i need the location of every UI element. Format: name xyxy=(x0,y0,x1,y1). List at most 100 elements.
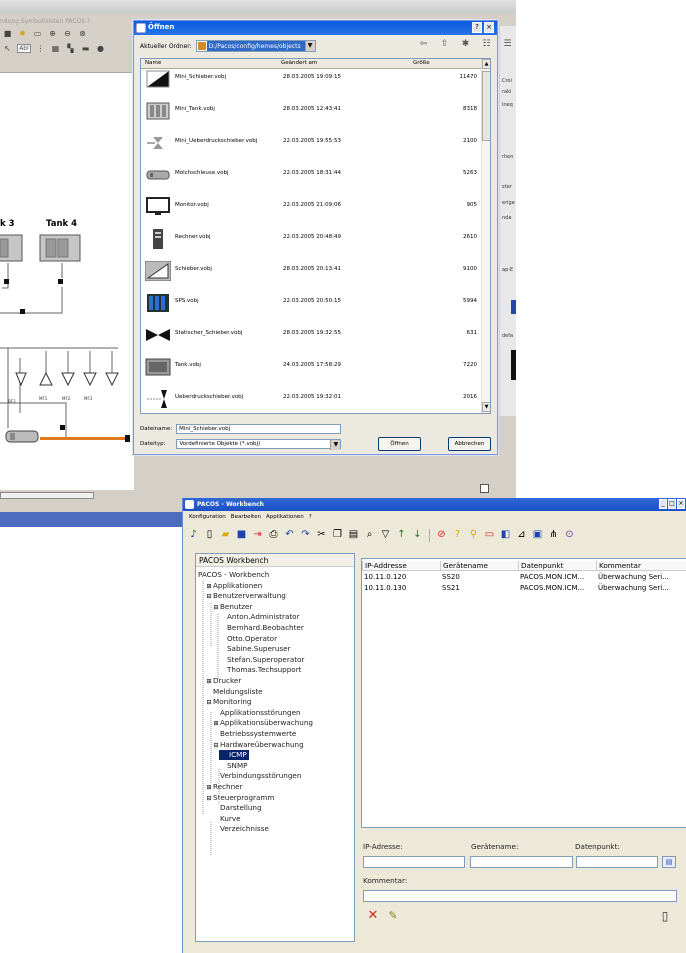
tree-item[interactable]: Darstellung xyxy=(212,803,262,813)
collapse-icon[interactable]: ⊟ xyxy=(205,794,213,804)
device-name-input[interactable] xyxy=(470,856,573,868)
minimize-button[interactable]: _ xyxy=(659,499,667,509)
column-header-size[interactable]: Größe xyxy=(413,60,430,66)
tree-item[interactable]: Kurve xyxy=(212,814,241,824)
delete-icon[interactable]: ✕ xyxy=(365,908,381,924)
zoom-icon[interactable]: ⊗ xyxy=(77,29,88,38)
table-row[interactable]: 10.11.0.130 SS21 PACOS.MON.ICM... Überwa… xyxy=(362,583,686,593)
filetype-select[interactable]: Vordefinierte Objekte (*.vobj) ▼ xyxy=(176,439,342,450)
tree-item[interactable]: Sabine.Superuser xyxy=(219,644,291,654)
undo-icon[interactable]: ↶ xyxy=(283,529,296,542)
scroll-up-icon[interactable]: ▲ xyxy=(482,59,490,69)
column-header-date[interactable]: Geändert am xyxy=(281,60,317,66)
search-icon[interactable]: ⚲ xyxy=(467,529,480,542)
window-icon[interactable]: ▭ xyxy=(483,529,496,542)
new-icon[interactable]: ▯ xyxy=(203,529,216,542)
collapse-icon[interactable]: ⊟ xyxy=(212,741,220,751)
browse-datapoint-button[interactable]: ▤ xyxy=(662,856,676,868)
menu-konfiguration[interactable]: Konfiguration xyxy=(189,514,226,520)
close-button[interactable]: × xyxy=(484,22,494,33)
column-header-device[interactable]: Gerätename xyxy=(440,561,518,571)
settings-icon[interactable]: ✹ xyxy=(17,29,28,38)
save-icon[interactable]: ■ xyxy=(235,529,248,542)
network-icon[interactable]: ⋔ xyxy=(547,529,560,542)
file-list[interactable]: Name Geändert am Größe Mini_Schieber.vob… xyxy=(140,58,491,414)
tree-item[interactable]: ICMP xyxy=(219,750,249,761)
column-header-datapoint[interactable]: Datenpunkt xyxy=(518,561,596,571)
tree-item[interactable]: ⊟Hardwareüberwachung xyxy=(212,740,303,751)
paste-icon[interactable]: ▤ xyxy=(347,529,360,542)
copy-icon[interactable]: ❐ xyxy=(331,529,344,542)
dialog-icon[interactable]: ◧ xyxy=(499,529,512,542)
file-row[interactable]: Molchschleuse.vobj 22.03.2005 18:31:44 5… xyxy=(143,163,483,185)
zoom-out-icon[interactable]: ⊖ xyxy=(62,29,73,38)
column-header-ip[interactable]: IP-Addresse xyxy=(362,561,440,571)
line-icon[interactable]: ▬ xyxy=(80,44,91,53)
back-icon[interactable]: ⇦ xyxy=(417,38,430,51)
pointer-icon[interactable]: ↖ xyxy=(2,44,13,53)
chevron-down-icon[interactable]: ▼ xyxy=(304,41,315,51)
column-header-name[interactable]: Name xyxy=(145,60,161,66)
stop-icon[interactable]: ⊘ xyxy=(435,529,448,542)
grid-icon[interactable]: ⋮ xyxy=(35,44,46,53)
detail-view-icon[interactable]: ☰ xyxy=(501,38,514,51)
window-icon[interactable]: ▭ xyxy=(32,29,43,38)
tree-item[interactable]: ⊞Applikationen xyxy=(205,581,262,591)
print-icon[interactable]: ⎙ xyxy=(267,529,280,542)
collapse-icon[interactable]: ⊟ xyxy=(205,698,213,708)
column-header-comment[interactable]: Kommentar xyxy=(596,561,686,571)
tree-item[interactable]: ⊟Steuerprogramm xyxy=(205,793,274,803)
monitor-icon[interactable]: ▣ xyxy=(531,529,544,542)
circle-icon[interactable]: ● xyxy=(95,44,106,53)
table-icon[interactable]: ▦ xyxy=(50,44,61,53)
comment-input[interactable] xyxy=(363,890,677,902)
new-document-icon[interactable]: ▯ xyxy=(657,908,673,924)
cut-icon[interactable]: ✂ xyxy=(315,529,328,542)
menu-bearbeiten[interactable]: Bearbeiten xyxy=(231,514,261,520)
file-row[interactable]: Schieber.vobj 28.03.2005 20:13:41 9100 xyxy=(143,259,483,281)
tree-item[interactable]: ⊞Applikationsüberwachung xyxy=(212,718,312,729)
connector-icon[interactable]: ▚ xyxy=(65,44,76,53)
expand-icon[interactable]: ⊞ xyxy=(205,677,213,687)
file-row[interactable]: Mini_Ueberdruckschieber.vobj 22.03.2005 … xyxy=(143,131,483,153)
datapoint-input[interactable] xyxy=(576,856,658,868)
zoom-in-icon[interactable]: ⊕ xyxy=(47,29,58,38)
about-icon[interactable]: ⊙ xyxy=(563,529,576,542)
tree-item[interactable]: ⊞Drucker xyxy=(205,676,241,686)
sort-desc-icon[interactable]: ↓ xyxy=(411,529,424,542)
tree-item[interactable]: Betriebssystemwerte xyxy=(212,729,296,739)
tree-item[interactable]: Thomas.Techsupport xyxy=(219,665,301,675)
open-folder-icon[interactable]: ▰ xyxy=(219,529,232,542)
navigation-tree[interactable]: PACOS Workbench PACOS - Workbench ⊞Applik… xyxy=(195,553,355,942)
tree-item[interactable]: SNMP xyxy=(219,761,247,771)
export-icon[interactable]: ⇥ xyxy=(251,529,264,542)
expand-icon[interactable]: ⊞ xyxy=(212,719,220,729)
expand-icon[interactable]: ⊞ xyxy=(205,582,213,592)
file-row[interactable]: Rechner.vobj 22.03.2005 20:48:49 2610 xyxy=(143,227,483,249)
tree-item[interactable]: Bernhard.Beobachter xyxy=(219,623,304,633)
tree-item[interactable]: Otto.Operator xyxy=(219,634,277,644)
menu-applikationen[interactable]: Applikationen xyxy=(266,514,304,520)
menu-help[interactable]: ? xyxy=(309,514,312,520)
tree-item[interactable]: ⊟Benutzerverwaltung xyxy=(205,591,285,602)
tree-item[interactable]: Anton.Administrator xyxy=(219,612,300,622)
drawing-canvas[interactable]: k 3 Tank 4 BF3 MF1 MF2 MF3 xyxy=(0,72,134,490)
filename-input[interactable] xyxy=(176,424,342,434)
redo-icon[interactable]: ↷ xyxy=(299,529,312,542)
tree-item[interactable]: Applikationsstörungen xyxy=(212,708,301,718)
list-view-icon[interactable]: ☷ xyxy=(480,38,493,51)
device-table[interactable]: IP-Addresse Gerätename Datenpunkt Kommen… xyxy=(361,558,686,828)
tree-item[interactable]: ⊟Benutzer xyxy=(212,602,252,612)
open-button[interactable]: Öffnen xyxy=(378,437,421,451)
collapse-icon[interactable]: ⊟ xyxy=(205,592,213,602)
scroll-down-icon[interactable]: ▼ xyxy=(482,402,490,412)
chart-icon[interactable]: ⊿ xyxy=(515,529,528,542)
new-folder-icon[interactable]: ✱ xyxy=(459,38,472,51)
tree-item[interactable]: Meldungsliste xyxy=(205,687,263,697)
file-row[interactable]: Tank.vobj 24.03.2005 17:58:29 7220 xyxy=(143,355,483,377)
tree-item[interactable]: Verzeichnisse xyxy=(212,824,269,834)
save-icon[interactable]: ■ xyxy=(2,29,13,38)
chevron-down-icon[interactable]: ▼ xyxy=(330,440,341,450)
find-icon[interactable]: ⌕ xyxy=(363,529,376,542)
file-row[interactable]: Mini_Schieber.vobj 28.03.2005 19:09:15 1… xyxy=(143,67,483,89)
